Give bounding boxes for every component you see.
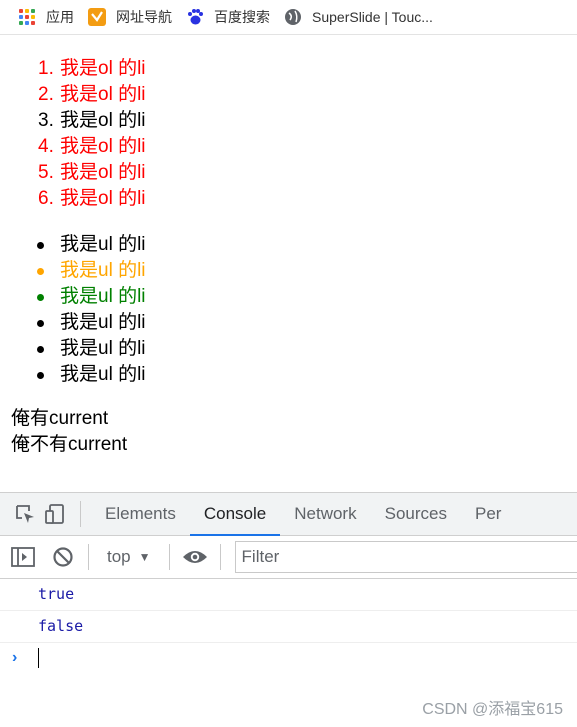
list-item: 1. 我是ol 的li	[0, 56, 146, 82]
console-output: true false ›	[0, 579, 577, 673]
page-content: 1. 我是ol 的li 2. 我是ol 的li 3. 我是ol 的li 4. 我是ol …	[0, 34, 577, 492]
eye-icon[interactable]	[180, 536, 210, 578]
tab-console[interactable]: Console	[189, 493, 281, 536]
bookmark-baidu[interactable]: 百度搜索	[186, 0, 270, 34]
console-toolbar: top ▼ Filter	[0, 536, 577, 579]
bookmark-navigation[interactable]: 网址导航	[88, 0, 172, 34]
bookmark-label: 百度搜索	[214, 9, 270, 25]
watermark: CSDN @添福宝615	[422, 701, 563, 718]
list-item: 我是ul 的li	[0, 336, 146, 362]
toolbar-divider	[88, 544, 89, 570]
list-item: 我是ul 的li	[0, 258, 146, 284]
toolbar-divider	[80, 501, 81, 527]
list-item-text: 我是ul 的li	[60, 286, 146, 307]
list-number: 5.	[38, 162, 54, 183]
tab-network[interactable]: Network	[280, 493, 370, 535]
list-number: 3.	[38, 110, 54, 131]
bookmark-label: SuperSlide | Touc...	[312, 9, 433, 25]
bookmarks-bar: 应用 网址导航 百度搜索 SuperSlide | Touc...	[0, 0, 577, 35]
apps-grid-icon	[18, 8, 36, 26]
filter-input[interactable]: Filter	[234, 541, 577, 573]
current-divs: 俺有current 俺不有current	[11, 406, 127, 458]
tab-performance[interactable]: Per	[461, 493, 515, 535]
list-item: 我是ul 的li	[0, 284, 146, 310]
bullet-icon	[37, 294, 44, 301]
bookmark-label: 应用	[46, 9, 74, 25]
list-item-text: 我是ol 的li	[60, 162, 146, 183]
list-number: 2.	[38, 84, 54, 105]
list-item-text: 我是ul 的li	[60, 234, 146, 255]
div-with-current: 俺有current	[11, 408, 109, 429]
list-item-text: 我是ul 的li	[60, 364, 146, 385]
list-item: 5. 我是ol 的li	[0, 160, 146, 186]
navigation-icon	[88, 8, 106, 26]
ordered-list: 1. 我是ol 的li 2. 我是ol 的li 3. 我是ol 的li 4. 我是ol …	[0, 56, 146, 212]
bullet-icon	[37, 268, 44, 275]
tab-sources[interactable]: Sources	[371, 493, 461, 535]
inspect-element-icon[interactable]	[10, 493, 40, 535]
context-value: top	[107, 547, 131, 566]
bookmark-label: 网址导航	[116, 9, 172, 25]
list-item-text: 我是ul 的li	[60, 312, 146, 333]
list-number: 1.	[38, 58, 54, 79]
list-item-text: 我是ol 的li	[60, 188, 146, 209]
list-item: 6. 我是ol 的li	[0, 186, 146, 212]
list-item-text: 我是ol 的li	[60, 58, 146, 79]
prompt-chevron-icon: ›	[12, 649, 18, 666]
console-line: true	[0, 579, 577, 611]
list-item: 我是ul 的li	[0, 362, 146, 388]
show-sidebar-icon[interactable]	[8, 536, 38, 578]
list-item-text: 我是ol 的li	[60, 136, 146, 157]
list-item-text: 我是ol 的li	[60, 84, 146, 105]
filter-placeholder: Filter	[241, 547, 280, 566]
console-line: false	[0, 611, 577, 643]
bullet-icon	[37, 346, 44, 353]
globe-icon	[284, 8, 302, 26]
bookmark-superslide[interactable]: SuperSlide | Touc...	[284, 0, 433, 34]
list-item-text: 我是ul 的li	[60, 260, 146, 281]
baidu-paw-icon	[186, 8, 204, 26]
list-item-text: 我是ol 的li	[60, 110, 146, 131]
bookmark-apps[interactable]: 应用	[18, 0, 74, 34]
tab-elements[interactable]: Elements	[91, 493, 190, 535]
list-item: 3. 我是ol 的li	[0, 108, 146, 134]
list-item: 2. 我是ol 的li	[0, 82, 146, 108]
div-without-current: 俺不有current	[11, 434, 128, 455]
caret-down-icon: ▼	[138, 550, 151, 564]
list-item: 4. 我是ol 的li	[0, 134, 146, 160]
list-number: 6.	[38, 188, 54, 209]
console-prompt[interactable]: ›	[0, 643, 577, 673]
list-item: 我是ul 的li	[0, 232, 146, 258]
device-toolbar-icon[interactable]	[40, 493, 70, 535]
bullet-icon	[37, 242, 44, 249]
toolbar-divider	[168, 544, 170, 570]
list-item-text: 我是ul 的li	[60, 338, 146, 359]
bullet-icon	[37, 372, 44, 379]
unordered-list: 我是ul 的li 我是ul 的li 我是ul 的li 我是ul 的li 我是ul…	[0, 232, 146, 388]
list-number: 4.	[38, 136, 54, 157]
bullet-icon	[37, 320, 44, 327]
clear-console-icon[interactable]	[48, 536, 78, 578]
list-item: 我是ul 的li	[0, 310, 146, 336]
text-cursor	[38, 648, 39, 668]
devtools-tabbar: Elements Console Network Sources Per	[0, 493, 577, 536]
devtools-panel: Elements Console Network Sources Per top…	[0, 492, 577, 727]
toolbar-divider	[219, 544, 221, 570]
context-selector[interactable]: top ▼	[99, 547, 159, 567]
